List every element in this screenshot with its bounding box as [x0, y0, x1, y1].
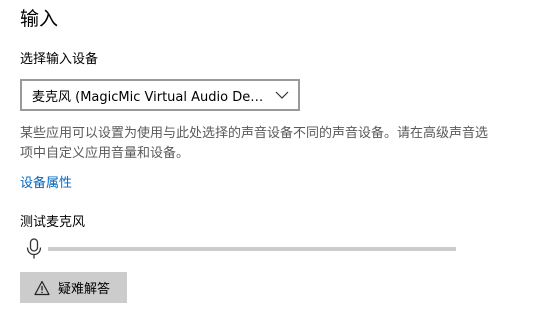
microphone-level-meter [48, 247, 456, 251]
input-device-dropdown[interactable]: 麦克风 (MagicMic Virtual Audio Dev... [20, 79, 300, 111]
device-description: 某些应用可以设置为使用与此处选择的声音设备不同的声音设备。请在高级声音选项中自定… [20, 126, 489, 161]
device-properties-link[interactable]: 设备属性 [20, 174, 72, 194]
troubleshoot-button[interactable]: 疑难解答 [20, 272, 127, 303]
input-device-selected-value: 麦克风 (MagicMic Virtual Audio Dev... [32, 89, 266, 105]
warning-triangle-icon [34, 280, 50, 296]
microphone-icon [25, 238, 43, 260]
input-device-label: 选择输入设备 [20, 52, 99, 67]
troubleshoot-label: 疑难解答 [58, 282, 111, 297]
chevron-down-icon [266, 81, 298, 109]
section-title: 输入 [20, 8, 59, 30]
test-microphone-label: 测试麦克风 [20, 215, 86, 230]
